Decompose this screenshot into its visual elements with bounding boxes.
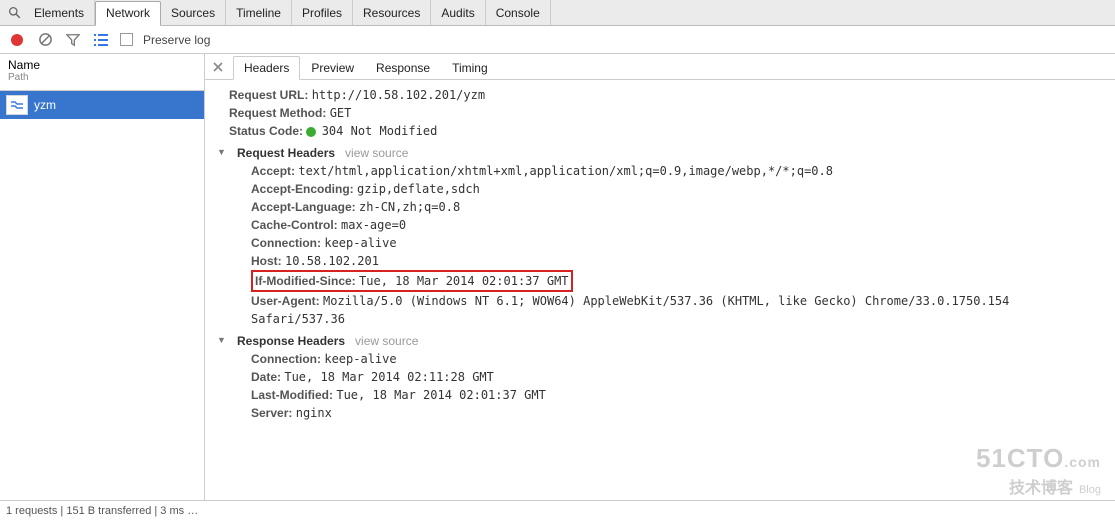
header-accept: Accept: text/html,application/xhtml+xml,… — [239, 162, 1103, 180]
header-connection: Connection: keep-alive — [239, 234, 1103, 252]
tab-sources[interactable]: Sources — [161, 0, 226, 25]
request-headers-section[interactable]: ▼ Request Headers view source — [217, 144, 1103, 162]
chevron-down-icon: ▼ — [217, 334, 227, 348]
header-user-agent: User-Agent: Mozilla/5.0 (Windows NT 6.1;… — [239, 292, 1103, 328]
general-request-url: Request URL: http://10.58.102.201/yzm — [217, 86, 1103, 104]
status-text: 1 requests | 151 B transferred | 3 ms … — [6, 505, 198, 517]
status-bar: 1 requests | 151 B transferred | 3 ms … — [0, 500, 1115, 520]
close-icon[interactable] — [211, 60, 225, 74]
header-accept-language: Accept-Language: zh-CN,zh;q=0.8 — [239, 198, 1103, 216]
col-name: Name — [8, 58, 196, 72]
status-ok-icon — [306, 127, 316, 137]
image-file-icon — [6, 95, 28, 115]
col-path: Path — [8, 72, 196, 84]
chevron-down-icon: ▼ — [217, 146, 227, 160]
search-icon[interactable] — [4, 3, 24, 23]
filter-icon[interactable] — [64, 31, 82, 49]
resp-last-modified: Last-Modified: Tue, 18 Mar 2014 02:01:37… — [239, 386, 1103, 404]
toggle-large-rows-icon[interactable] — [92, 31, 110, 49]
response-headers-list: Connection: keep-alive Date: Tue, 18 Mar… — [217, 350, 1103, 422]
tab-audits[interactable]: Audits — [431, 0, 485, 25]
tab-console[interactable]: Console — [486, 0, 551, 25]
header-cache-control: Cache-Control: max-age=0 — [239, 216, 1103, 234]
subtab-headers[interactable]: Headers — [233, 56, 300, 80]
subtab-response[interactable]: Response — [365, 56, 441, 79]
request-headers-list: Accept: text/html,application/xhtml+xml,… — [217, 162, 1103, 328]
request-row[interactable]: yzm — [0, 91, 204, 119]
request-name: yzm — [34, 98, 56, 112]
tab-timeline[interactable]: Timeline — [226, 0, 292, 25]
requests-list: yzm — [0, 91, 204, 500]
preserve-log-label[interactable]: Preserve log — [143, 33, 210, 47]
devtools-panel-tabs: Elements Network Sources Timeline Profil… — [0, 0, 1115, 26]
details-pane: Headers Preview Response Timing Request … — [205, 54, 1115, 500]
highlighted-header: If-Modified-Since: Tue, 18 Mar 2014 02:0… — [251, 270, 573, 292]
tab-profiles[interactable]: Profiles — [292, 0, 353, 25]
header-host: Host: 10.58.102.201 — [239, 252, 1103, 270]
record-button[interactable] — [8, 31, 26, 49]
tab-network[interactable]: Network — [95, 1, 161, 26]
resp-date: Date: Tue, 18 Mar 2014 02:11:28 GMT — [239, 368, 1103, 386]
network-toolbar: Preserve log — [0, 26, 1115, 54]
general-request-method: Request Method: GET — [217, 104, 1103, 122]
headers-content: Request URL: http://10.58.102.201/yzm Re… — [205, 80, 1115, 434]
general-status-code: Status Code: 304 Not Modified — [217, 122, 1103, 140]
details-subtabs: Headers Preview Response Timing — [205, 54, 1115, 80]
subtab-preview[interactable]: Preview — [300, 56, 365, 79]
header-if-modified-since: If-Modified-Since: Tue, 18 Mar 2014 02:0… — [239, 270, 1103, 292]
requests-pane: Name Path yzm — [0, 54, 205, 500]
view-source-link[interactable]: view source — [355, 332, 418, 350]
resp-server: Server: nginx — [239, 404, 1103, 422]
subtab-timing[interactable]: Timing — [441, 56, 499, 79]
tab-resources[interactable]: Resources — [353, 0, 431, 25]
tab-elements[interactable]: Elements — [24, 0, 95, 25]
clear-icon[interactable] — [36, 31, 54, 49]
response-headers-section[interactable]: ▼ Response Headers view source — [217, 332, 1103, 350]
network-main: Name Path yzm Headers Preview Response T… — [0, 54, 1115, 500]
header-accept-encoding: Accept-Encoding: gzip,deflate,sdch — [239, 180, 1103, 198]
requests-column-header[interactable]: Name Path — [0, 54, 204, 91]
preserve-log-checkbox[interactable] — [120, 33, 133, 46]
resp-connection: Connection: keep-alive — [239, 350, 1103, 368]
view-source-link[interactable]: view source — [345, 144, 408, 162]
